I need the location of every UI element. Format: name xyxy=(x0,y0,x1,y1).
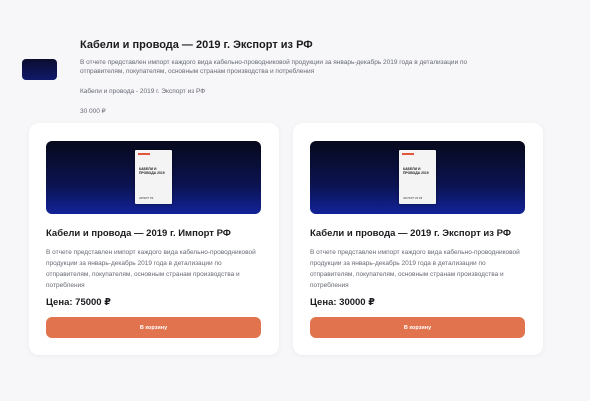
product-card: Кабели и провода 2019 Импорт РФ Кабели и… xyxy=(29,123,279,355)
summary-title[interactable]: Кабели и провода — 2019 г. Экспорт из РФ xyxy=(80,39,313,51)
book-cover-footer: Экспорт из РФ xyxy=(403,197,423,200)
add-to-cart-button[interactable]: В корзину xyxy=(46,317,261,338)
product-cover-image[interactable]: Кабели и провода 2019 Экспорт из РФ xyxy=(310,141,525,214)
summary-price: 30 000 ₽ xyxy=(80,108,106,115)
book-cover-footer: Импорт РФ xyxy=(139,197,154,200)
brand-logo xyxy=(402,153,414,155)
book-cover-title: Кабели и провода 2019 xyxy=(139,167,165,175)
report-thumbnail[interactable] xyxy=(22,59,57,80)
add-to-cart-button[interactable]: В корзину xyxy=(310,317,525,338)
product-card: Кабели и провода 2019 Экспорт из РФ Кабе… xyxy=(293,123,543,355)
brand-logo xyxy=(138,153,150,155)
report-book-image: Кабели и провода 2019 Импорт РФ xyxy=(135,150,172,204)
product-cover-image[interactable]: Кабели и провода 2019 Импорт РФ xyxy=(46,141,261,214)
cart-summary-item: Кабели и провода — 2019 г. Экспорт из РФ… xyxy=(0,0,590,120)
product-title[interactable]: Кабели и провода — 2019 г. Экспорт из РФ xyxy=(310,228,530,239)
summary-description: В отчете представлен импорт каждого вида… xyxy=(80,59,468,75)
book-cover-title: Кабели и провода 2019 xyxy=(403,167,429,175)
report-book-image: Кабели и провода 2019 Экспорт из РФ xyxy=(399,150,436,204)
product-price: Цена: 75000 ₽ xyxy=(46,297,111,308)
product-title[interactable]: Кабели и провода — 2019 г. Импорт РФ xyxy=(46,228,266,239)
product-description: В отчете представлен импорт каждого вида… xyxy=(46,249,256,289)
product-price: Цена: 30000 ₽ xyxy=(310,297,375,308)
product-description: В отчете представлен импорт каждого вида… xyxy=(310,249,520,289)
summary-subtitle: Кабели и провода - 2019 г. Экспорт из РФ xyxy=(80,88,206,95)
